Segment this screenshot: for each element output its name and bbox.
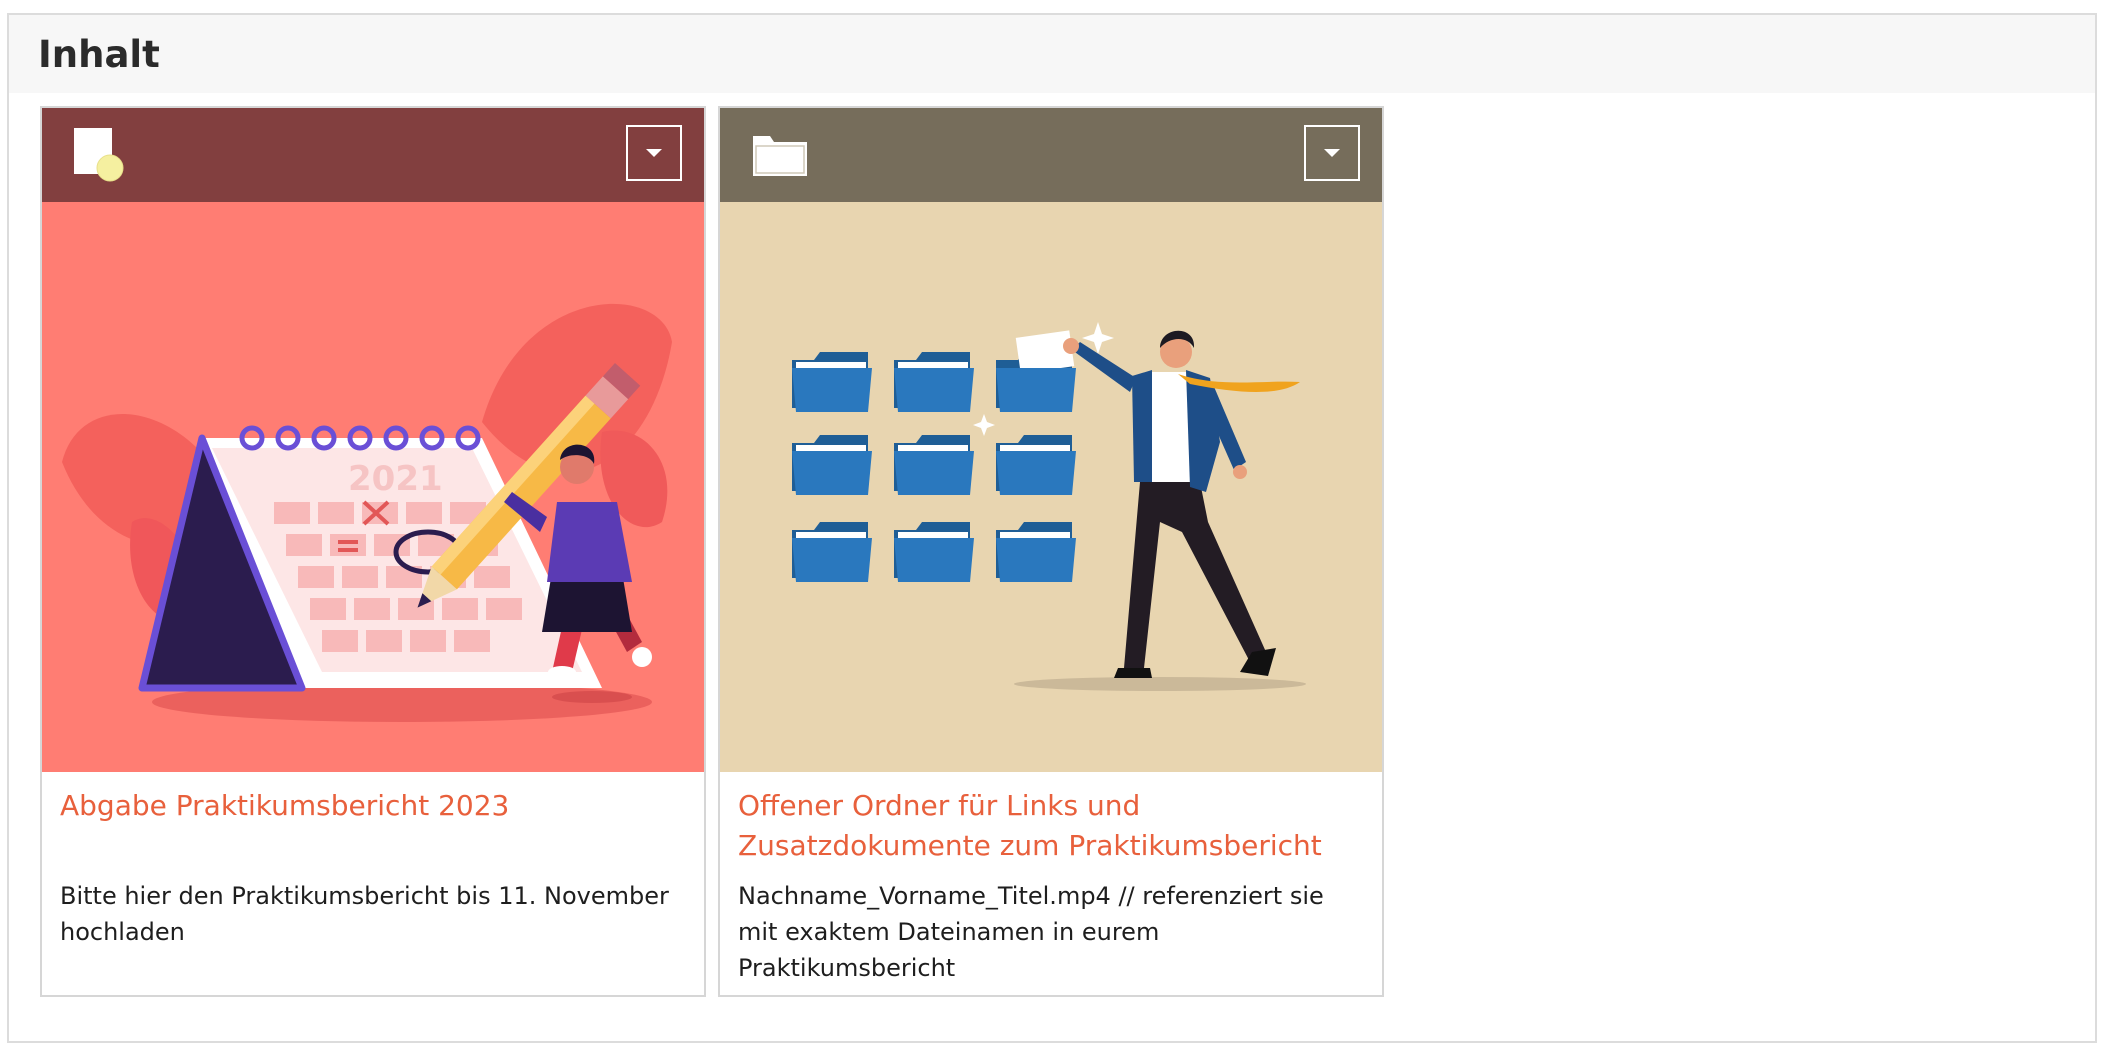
assignment-icon <box>74 128 124 182</box>
folder-icon <box>753 136 807 176</box>
card-description: Bitte hier den Praktikumsbericht bis 11.… <box>60 882 669 946</box>
caret-down-icon <box>646 149 662 157</box>
card-title-link[interactable]: Abgabe Praktikumsbericht 2023 <box>60 786 686 866</box>
card-title-link[interactable]: Offener Ordner für Links und Zusatzdokum… <box>738 786 1364 866</box>
section-title: Inhalt <box>38 32 160 76</box>
card-header <box>42 108 704 202</box>
card-header <box>720 108 1382 202</box>
card-description: Nachname_Vorname_Titel.mp4 // referenzie… <box>738 882 1324 982</box>
content-section: Inhalt 2021 Abgabe Praktikumsbericht 202… <box>7 13 2097 1043</box>
svg-text:2021: 2021 <box>348 459 443 499</box>
assignment-card[interactable]: 2021 Abgabe Praktikumsbericht 2023 Bitte… <box>40 106 706 997</box>
calendar-illustration: 2021 <box>42 202 704 772</box>
card-menu-button[interactable] <box>626 125 682 181</box>
card-menu-button[interactable] <box>1304 125 1360 181</box>
section-header: Inhalt <box>9 15 2095 93</box>
folders-illustration <box>720 202 1382 772</box>
caret-down-icon <box>1324 149 1340 157</box>
folder-card[interactable]: Offener Ordner für Links und Zusatzdokum… <box>718 106 1384 997</box>
